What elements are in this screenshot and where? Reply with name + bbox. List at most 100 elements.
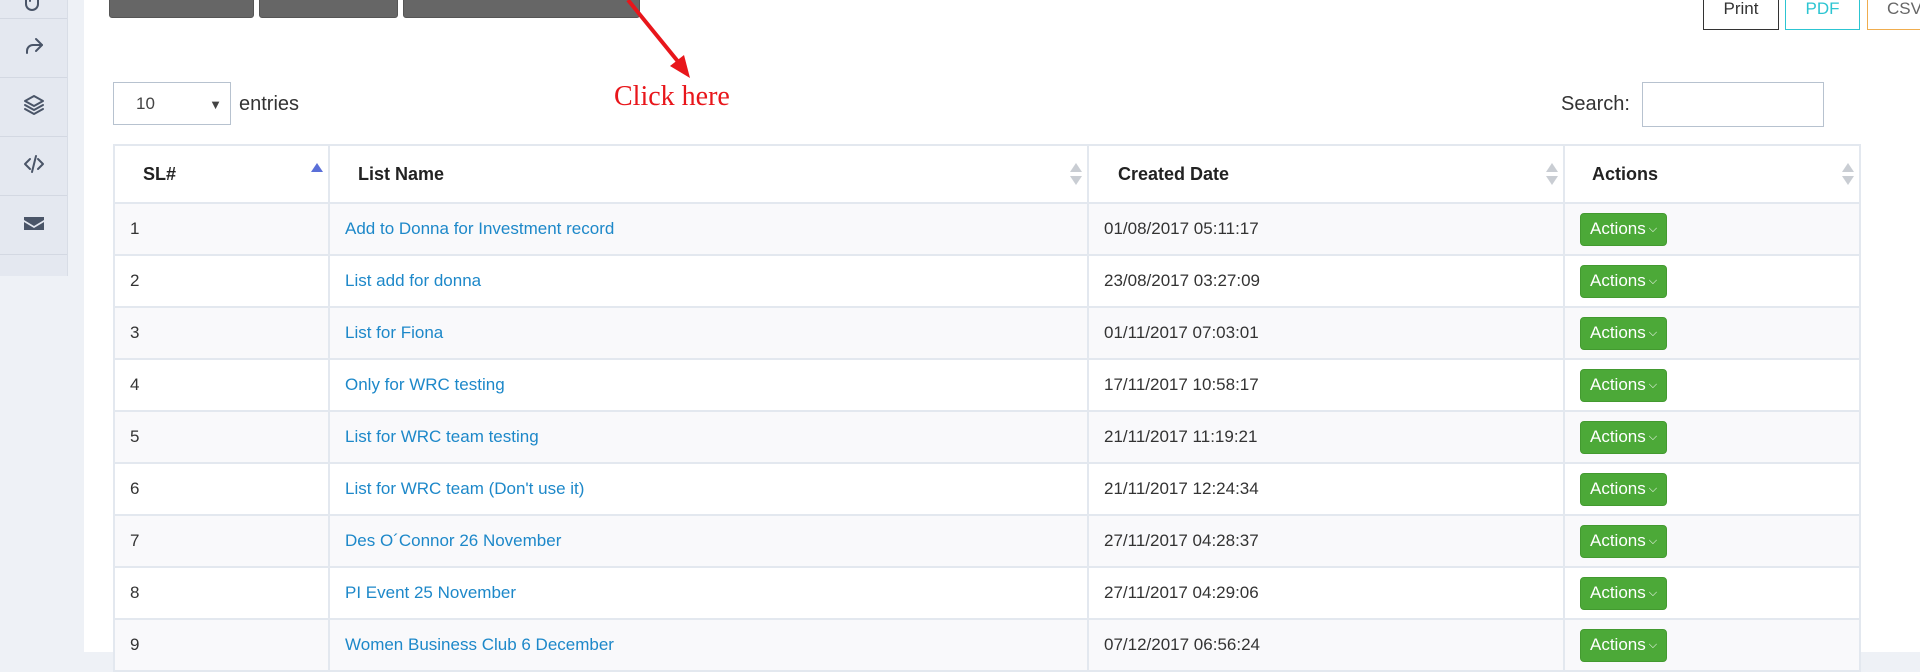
layers-icon <box>22 93 46 122</box>
entries-label: entries <box>239 93 300 115</box>
list-name-link[interactable]: List add for donna <box>345 271 481 290</box>
cell-actions: Actions ⌵ <box>1563 566 1861 620</box>
cell-sl: 2 <box>113 254 330 308</box>
cell-actions: Actions ⌵ <box>1563 306 1861 360</box>
cell-sl: 9 <box>113 618 330 672</box>
actions-dropdown-button[interactable]: Actions ⌵ <box>1580 524 1668 558</box>
sidebar-item-share[interactable] <box>0 19 67 78</box>
code-icon <box>22 152 46 181</box>
chevron-down-icon: ⌵ <box>1648 326 1658 339</box>
actions-button-label: Actions <box>1590 322 1646 342</box>
column-header-label: SL# <box>143 163 177 184</box>
csv-button[interactable]: CSV <box>1867 0 1920 30</box>
list-name-link[interactable]: List for Fiona <box>345 323 443 342</box>
list-name-link[interactable]: Add to Donna for Investment record <box>345 219 614 238</box>
cell-actions: Actions ⌵ <box>1563 514 1861 568</box>
chevron-down-icon: ⌵ <box>1648 482 1658 495</box>
toolbar-button[interactable] <box>109 0 254 18</box>
chevron-down-icon: ⌵ <box>1648 586 1658 599</box>
actions-dropdown-button[interactable]: Actions ⌵ <box>1580 420 1668 454</box>
content-panel: Print PDF CSV Click here 10 ▼ entries Se… <box>84 0 1920 672</box>
lists-table: SL# List Name Created Date Actions 1 Add … <box>113 144 1861 672</box>
cell-sl: 4 <box>113 358 330 412</box>
cell-actions: Actions ⌵ <box>1563 410 1861 464</box>
cell-list-name: Add to Donna for Investment record <box>328 202 1089 256</box>
pdf-button[interactable]: PDF <box>1785 0 1860 30</box>
actions-button-label: Actions <box>1590 478 1646 498</box>
print-button[interactable]: Print <box>1703 0 1779 30</box>
cell-created-date: 01/11/2017 07:03:01 <box>1087 306 1565 360</box>
cell-actions: Actions ⌵ <box>1563 202 1861 256</box>
column-header-actions[interactable]: Actions <box>1563 144 1861 204</box>
chevron-down-icon: ⌵ <box>1648 534 1658 547</box>
table-row: 7 Des O´Connor 26 November 27/11/2017 04:2… <box>113 514 1861 568</box>
chevron-down-icon: ⌵ <box>1648 378 1658 391</box>
actions-button-label: Actions <box>1590 582 1646 602</box>
cell-list-name: List for Fiona <box>328 306 1089 360</box>
cell-list-name: Women Business Club 6 December <box>328 618 1089 672</box>
column-header-sl[interactable]: SL# <box>113 144 330 204</box>
column-header-list-name[interactable]: List Name <box>328 144 1089 204</box>
actions-dropdown-button[interactable]: Actions ⌵ <box>1580 264 1668 298</box>
list-name-link[interactable]: List for WRC team (Don't use it) <box>345 479 584 498</box>
list-name-link[interactable]: PI Event 25 November <box>345 583 516 602</box>
list-name-link[interactable]: List for WRC team testing <box>345 427 539 446</box>
cell-actions: Actions ⌵ <box>1563 462 1861 516</box>
cell-list-name: List for WRC team testing <box>328 410 1089 464</box>
list-name-link[interactable]: Only for WRC testing <box>345 375 505 394</box>
search-input[interactable] <box>1642 82 1824 127</box>
sort-icon <box>1070 163 1082 187</box>
actions-dropdown-button[interactable]: Actions ⌵ <box>1580 576 1668 610</box>
search-label: Search: <box>1561 93 1630 115</box>
actions-button-label: Actions <box>1590 530 1646 550</box>
cell-created-date: 27/11/2017 04:28:37 <box>1087 514 1565 568</box>
actions-dropdown-button[interactable]: Actions ⌵ <box>1580 212 1668 246</box>
column-header-created-date[interactable]: Created Date <box>1087 144 1565 204</box>
cell-list-name: PI Event 25 November <box>328 566 1089 620</box>
actions-dropdown-button[interactable]: Actions ⌵ <box>1580 316 1668 350</box>
annotation-label: Click here <box>614 81 730 112</box>
cell-created-date: 23/08/2017 03:27:09 <box>1087 254 1565 308</box>
cell-sl: 6 <box>113 462 330 516</box>
cell-sl: 7 <box>113 514 330 568</box>
mail-icon <box>22 211 46 240</box>
cell-actions: Actions ⌵ <box>1563 358 1861 412</box>
column-header-label: List Name <box>358 163 445 184</box>
caret-down-icon: ▼ <box>209 97 222 112</box>
list-name-link[interactable]: Des O´Connor 26 November <box>345 531 561 550</box>
cell-created-date: 17/11/2017 10:58:17 <box>1087 358 1565 412</box>
sidebar-item-attachments[interactable] <box>0 0 67 19</box>
cell-sl: 1 <box>113 202 330 256</box>
cell-created-date: 01/08/2017 05:11:17 <box>1087 202 1565 256</box>
cell-list-name: Only for WRC testing <box>328 358 1089 412</box>
sidebar-item-mail[interactable] <box>0 196 67 255</box>
chevron-down-icon: ⌵ <box>1648 638 1658 651</box>
toolbar-button[interactable] <box>403 0 640 18</box>
actions-dropdown-button[interactable]: Actions ⌵ <box>1580 472 1668 506</box>
paperclip-icon <box>22 0 46 18</box>
actions-dropdown-button[interactable]: Actions ⌵ <box>1580 628 1668 662</box>
sort-icon <box>1842 163 1854 187</box>
actions-button-label: Actions <box>1590 426 1646 446</box>
cell-created-date: 07/12/2017 06:56:24 <box>1087 618 1565 672</box>
table-row: 5 List for WRC team testing 21/11/2017 11:… <box>113 410 1861 464</box>
entries-length-select[interactable]: 10 ▼ <box>113 82 231 125</box>
sidebar-item-layers[interactable] <box>0 78 67 137</box>
sidebar-item-code[interactable] <box>0 137 67 196</box>
cell-actions: Actions ⌵ <box>1563 254 1861 308</box>
list-name-link[interactable]: Women Business Club 6 December <box>345 635 614 654</box>
cell-sl: 3 <box>113 306 330 360</box>
chevron-down-icon: ⌵ <box>1648 430 1658 443</box>
actions-dropdown-button[interactable]: Actions ⌵ <box>1580 368 1668 402</box>
annotation-arrow <box>626 0 690 78</box>
cell-list-name: Des O´Connor 26 November <box>328 514 1089 568</box>
actions-button-label: Actions <box>1590 374 1646 394</box>
table-row: 2 List add for donna 23/08/2017 03:27:09 Ac… <box>113 254 1861 308</box>
toolbar-button[interactable] <box>259 0 398 18</box>
chevron-down-icon: ⌵ <box>1648 274 1658 287</box>
sort-icon <box>1546 163 1558 187</box>
cell-created-date: 21/11/2017 11:19:21 <box>1087 410 1565 464</box>
cell-created-date: 21/11/2017 12:24:34 <box>1087 462 1565 516</box>
actions-button-label: Actions <box>1590 270 1646 290</box>
table-row: 8 PI Event 25 November 27/11/2017 04:29:06… <box>113 566 1861 620</box>
